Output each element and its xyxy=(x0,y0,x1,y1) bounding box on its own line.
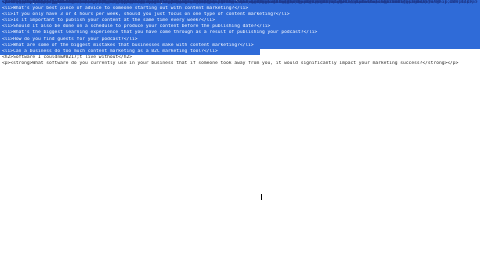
text-caret xyxy=(261,194,262,200)
code-line[interactable]: <p><strong>What software do you currentl… xyxy=(0,61,480,67)
code-line[interactable]: <p>I would miss Google Docs, Evernote an… xyxy=(0,0,480,6)
code-editor[interactable]: <iframe width="100%" height="166" scroll… xyxy=(0,0,480,270)
code-lines[interactable]: <iframe width="100%" height="166" scroll… xyxy=(0,0,480,67)
